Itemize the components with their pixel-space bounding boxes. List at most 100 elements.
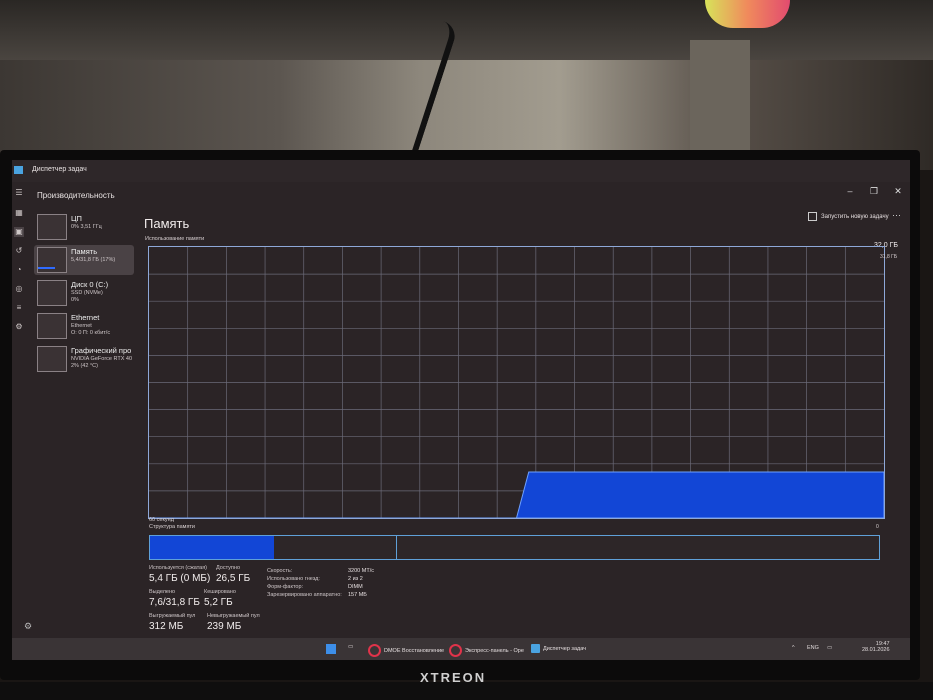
stat-value: 5,2 ГБ xyxy=(204,597,233,608)
stat-value: 239 МБ xyxy=(207,621,242,632)
hamburger-icon[interactable]: ☰ xyxy=(14,188,24,198)
ethernet-thumbnail xyxy=(37,313,67,339)
stat-committed: Выделено 7,6/31,8 ГБ xyxy=(149,589,200,608)
details-icon[interactable]: ≡ xyxy=(14,303,24,313)
shelf-top xyxy=(0,0,933,60)
stat-label: Невыгружаемый пул xyxy=(207,613,260,619)
start-icon[interactable] xyxy=(326,644,336,654)
stat-in-use: Используется (сжатая) 5,4 ГБ (0 МБ) xyxy=(149,565,210,584)
spec-value-speed: 3200 МТ/с xyxy=(348,568,374,574)
services-icon[interactable]: ⚙ xyxy=(14,322,24,332)
title-bar: Диспетчер задач xyxy=(12,160,910,182)
monitor-screen: Диспетчер задач – ❐ ✕ ☰ ▦ ▣ ↺ ◔ ◎ ≡ ⚙ Пр… xyxy=(12,160,910,660)
tile-detail: 0% 3,51 ГГц xyxy=(71,224,102,230)
tile-cpu[interactable]: ЦП 0% 3,51 ГГц xyxy=(34,212,134,242)
performance-icon[interactable]: ▣ xyxy=(14,227,24,237)
usage-label: Использование памяти xyxy=(145,236,205,242)
taskbar-label: DMOE Восстановление xyxy=(384,647,445,654)
stat-value: 26,5 ГБ xyxy=(216,573,251,584)
tile-detail: SSD (NVMe) xyxy=(71,290,103,296)
memory-thumbnail xyxy=(37,247,67,273)
task-manager-icon xyxy=(531,644,540,653)
tile-detail: 2% (42 °C) xyxy=(71,363,98,369)
processes-icon[interactable]: ▦ xyxy=(14,208,24,218)
stat-label: Используется (сжатая) xyxy=(149,565,208,571)
opera-icon xyxy=(449,644,462,657)
stat-label: Выделено xyxy=(149,589,176,595)
network-icon[interactable]: ▭ xyxy=(827,645,832,651)
stat-paged-pool: Выгружаемый пул 312 МБ xyxy=(149,613,195,632)
stat-label: Доступно xyxy=(216,565,241,571)
tray-chevron-icon[interactable]: ^ xyxy=(792,645,795,651)
nav-rail: ☰ ▦ ▣ ↺ ◔ ◎ ≡ ⚙ xyxy=(12,182,28,642)
memory-max-label: 31,8 ГБ xyxy=(880,254,898,260)
memory-usage-graph xyxy=(148,246,885,519)
tile-detail: 0% xyxy=(71,297,79,303)
window-title: Диспетчер задач xyxy=(32,166,87,173)
tile-detail: 5,4/31,8 ГБ (17%) xyxy=(71,257,116,263)
tile-title: Диск 0 (C:) xyxy=(71,280,109,289)
clock[interactable]: 19:47 28.01.2026 xyxy=(862,641,890,653)
close-button[interactable]: ✕ xyxy=(892,186,904,197)
settings-icon[interactable]: ⚙ xyxy=(24,621,32,632)
page-title: Память xyxy=(144,216,190,231)
tile-ethernet[interactable]: Ethernet Ethernet О: 0 П: 0 кбит/с xyxy=(34,311,134,341)
tile-disk[interactable]: Диск 0 (C:) SSD (NVMe) 0% xyxy=(34,278,134,308)
composition-standby xyxy=(273,536,397,559)
spec-label-speed: Скорость: xyxy=(267,568,293,574)
language-indicator[interactable]: ENG xyxy=(807,645,819,651)
taskbar-item-express-panel[interactable]: Экспресс-панель - Ope xyxy=(449,644,524,657)
more-options-button[interactable]: ··· xyxy=(892,210,901,220)
taskbar-item-dmoe[interactable]: DMOE Восстановление xyxy=(368,644,444,657)
taskbar-label: Экспресс-панель - Ope xyxy=(465,647,524,654)
spec-labels: Скорость: Использовано гнезд: Форм-факто… xyxy=(267,567,342,599)
users-icon[interactable]: ◎ xyxy=(14,284,24,294)
spec-values: 3200 МТ/с 2 из 2 DIMM 157 МБ xyxy=(348,567,374,599)
spec-label-reserved: Зарезервировано аппаратно: xyxy=(267,592,342,598)
stat-label: Выгружаемый пул xyxy=(149,613,196,619)
taskbar-label: Диспетчер задач xyxy=(543,645,587,652)
section-header: Производительность xyxy=(37,191,115,200)
stat-label: Кешировано xyxy=(204,589,236,595)
stat-cached: Кешировано 5,2 ГБ xyxy=(204,589,236,608)
run-task-label: Запустить новую задачу xyxy=(821,214,889,221)
spec-value-form-factor: DIMM xyxy=(348,584,363,590)
tile-detail: О: 0 П: 0 кбит/с xyxy=(71,330,111,336)
taskbar: ▭ DMOE Восстановление Экспресс-панель - … xyxy=(12,638,910,660)
tile-title: Ethernet xyxy=(71,313,100,322)
run-new-task-button[interactable]: Запустить новую задачу xyxy=(808,212,889,221)
spec-value-slots: 2 из 2 xyxy=(348,576,363,582)
resource-list: ЦП 0% 3,51 ГГц Память 5,4/31,8 ГБ (17%) … xyxy=(34,212,134,377)
taskbar-item-task-manager[interactable]: Диспетчер задач xyxy=(531,644,586,653)
opera-icon xyxy=(368,644,381,657)
composition-in-use xyxy=(150,536,275,559)
maximize-button[interactable]: ❐ xyxy=(868,186,880,197)
cpu-thumbnail xyxy=(37,214,67,240)
tile-detail: Ethernet xyxy=(71,323,92,329)
tile-detail: NVIDIA GeForce RTX 40 xyxy=(71,356,133,362)
memory-composition-bar xyxy=(149,535,880,560)
monitor-stand xyxy=(0,682,933,700)
tile-memory[interactable]: Память 5,4/31,8 ГБ (17%) xyxy=(34,245,134,275)
stat-value: 312 МБ xyxy=(149,621,184,632)
stat-value: 5,4 ГБ (0 МБ) xyxy=(149,573,211,584)
startup-icon[interactable]: ◔ xyxy=(14,265,24,275)
memory-usage-area xyxy=(149,471,884,518)
history-icon[interactable]: ↺ xyxy=(14,246,24,256)
gpu-thumbnail xyxy=(37,346,67,372)
spec-label-form-factor: Форм-фактор: xyxy=(267,584,304,590)
minimize-button[interactable]: – xyxy=(844,186,856,197)
search-icon[interactable]: ▭ xyxy=(348,644,353,650)
tile-title: ЦП xyxy=(71,214,82,223)
clock-date: 28.01.2026 xyxy=(862,647,890,653)
stat-value: 7,6/31,8 ГБ xyxy=(149,597,200,608)
run-task-icon xyxy=(808,212,817,221)
tile-title: Графический про xyxy=(71,346,132,355)
tile-gpu[interactable]: Графический про NVIDIA GeForce RTX 40 2%… xyxy=(34,344,134,374)
spec-label-slots: Использовано гнезд: xyxy=(267,576,320,582)
stat-nonpaged-pool: Невыгружаемый пул 239 МБ xyxy=(207,613,260,632)
time-span-label: 60 секунд xyxy=(149,517,174,523)
disk-thumbnail xyxy=(37,280,67,306)
structure-label: Структура памяти xyxy=(149,524,196,530)
stat-available: Доступно 26,5 ГБ xyxy=(216,565,250,584)
